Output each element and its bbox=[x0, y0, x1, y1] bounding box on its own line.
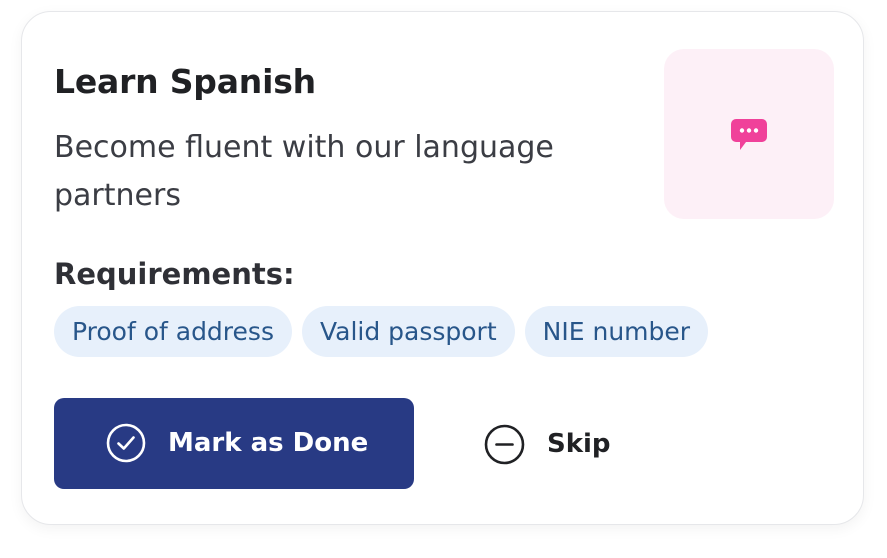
requirement-chip-proof-of-address: Proof of address bbox=[54, 306, 292, 357]
requirement-chip-nie-number: NIE number bbox=[524, 306, 709, 357]
mark-as-done-label: Mark as Done bbox=[168, 428, 369, 458]
minus-circle-icon bbox=[484, 424, 525, 465]
check-circle-icon bbox=[106, 423, 146, 463]
card-title: Learn Spanish bbox=[54, 62, 316, 101]
skip-label: Skip bbox=[547, 429, 611, 459]
requirements-list: Proof of address Valid passport NIE numb… bbox=[54, 306, 709, 357]
icon-tile bbox=[664, 49, 834, 219]
mark-as-done-button[interactable]: Mark as Done bbox=[54, 398, 414, 489]
card-description: Become fluent with our language partners bbox=[54, 130, 554, 213]
requirements-heading: Requirements: bbox=[54, 257, 295, 291]
skip-button[interactable]: Skip bbox=[476, 408, 636, 480]
task-card: Learn Spanish Become fluent with our lan… bbox=[21, 11, 864, 525]
chat-bubble-icon bbox=[731, 119, 767, 150]
requirement-chip-valid-passport: Valid passport bbox=[301, 306, 515, 357]
